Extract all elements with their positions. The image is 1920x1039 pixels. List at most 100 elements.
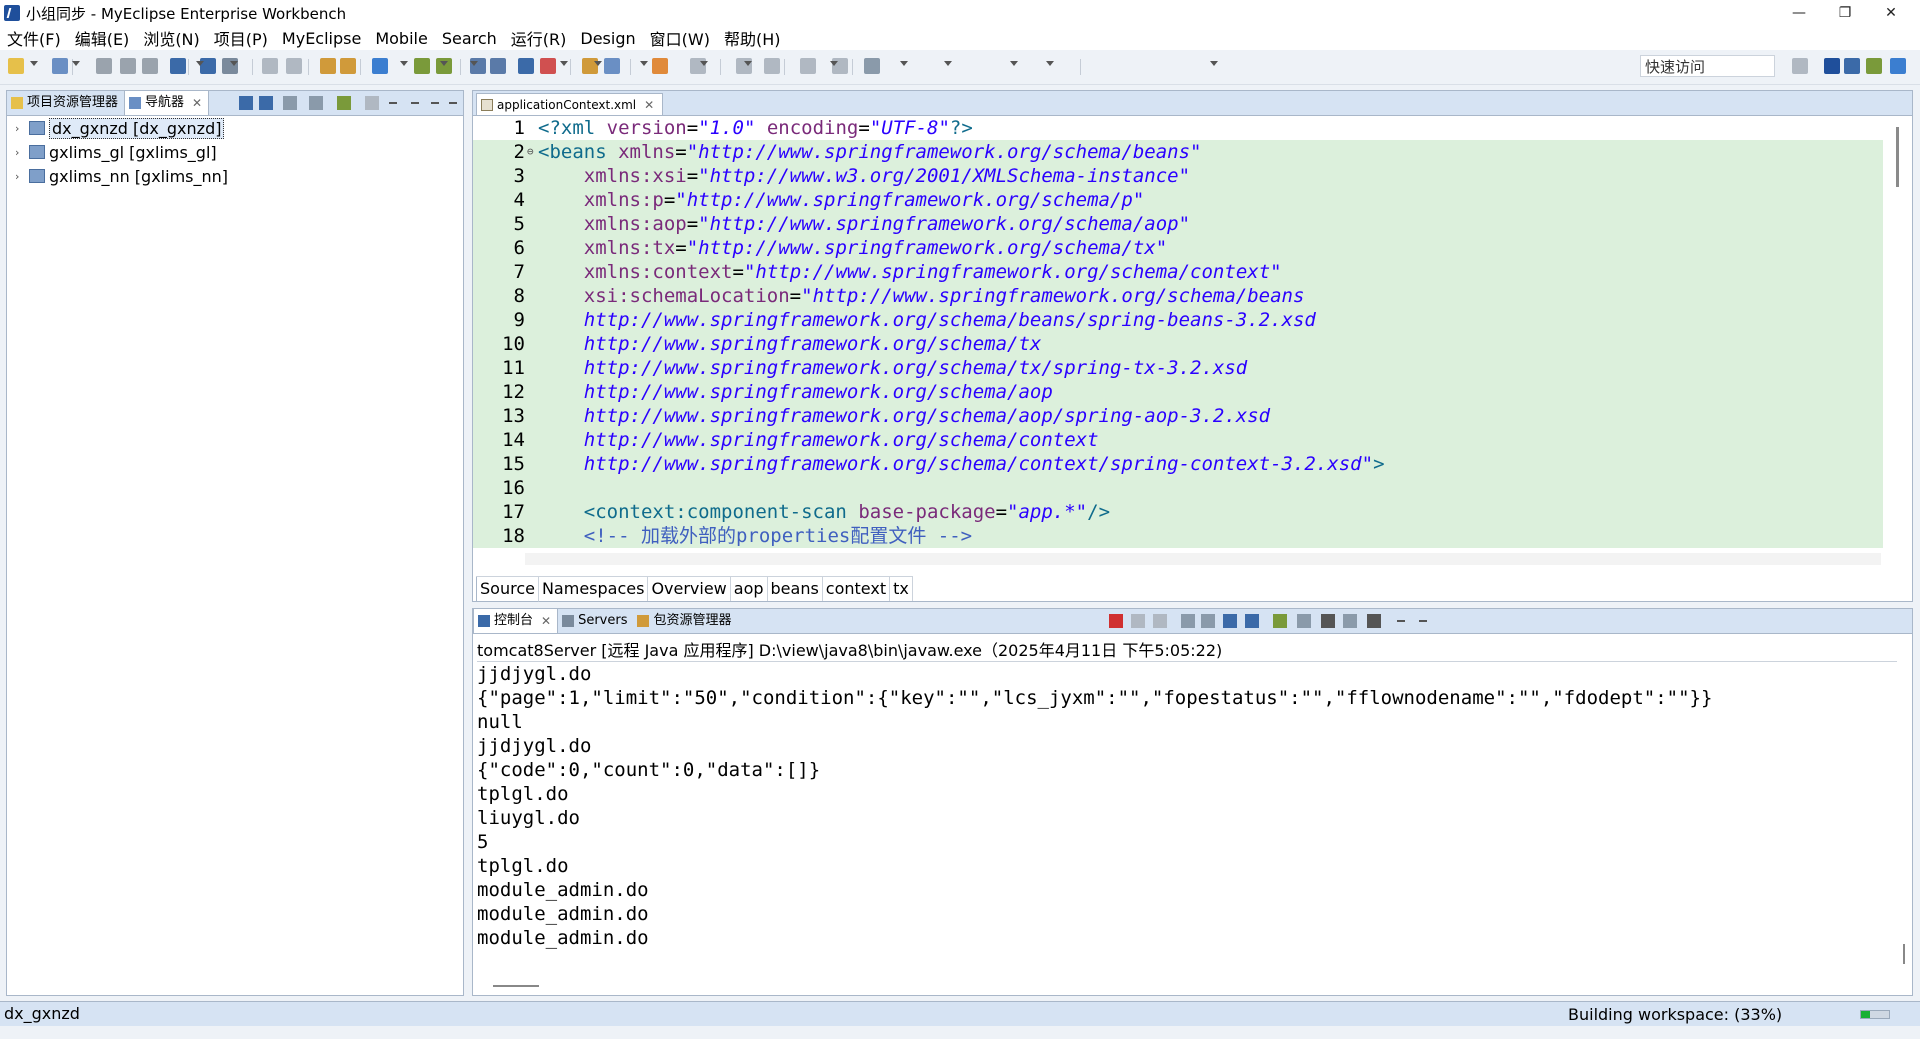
view-toolbar-icon[interactable] <box>449 102 457 104</box>
console-toolbar-icon[interactable] <box>1109 614 1123 628</box>
menu-item[interactable]: 编辑(E) <box>68 26 137 50</box>
dropdown-arrow-icon[interactable] <box>440 61 448 66</box>
dropdown-arrow-icon[interactable] <box>1210 61 1218 66</box>
toolbar-button-icon[interactable] <box>604 58 620 74</box>
toolbar-button-icon[interactable] <box>320 58 336 74</box>
editor-view-tab[interactable]: aop <box>731 577 768 601</box>
close-button[interactable]: ✕ <box>1868 0 1914 26</box>
toolbar-button-icon[interactable] <box>96 58 112 74</box>
maximize-button[interactable]: ❐ <box>1822 0 1868 26</box>
dropdown-arrow-icon[interactable] <box>594 61 602 66</box>
dropdown-arrow-icon[interactable] <box>1010 61 1018 66</box>
console-toolbar-icon[interactable] <box>1343 614 1357 628</box>
dropdown-arrow-icon[interactable] <box>900 61 908 66</box>
close-tab-icon[interactable]: ✕ <box>192 91 202 115</box>
console-toolbar-icon[interactable] <box>1397 620 1405 622</box>
toolbar-button-icon[interactable] <box>8 58 24 74</box>
dropdown-arrow-icon[interactable] <box>470 61 478 66</box>
console-output[interactable]: jjdjygl.do {"page":1,"limit":"50","condit… <box>477 661 1897 982</box>
editor-view-tab[interactable]: Source <box>476 577 539 602</box>
dropdown-arrow-icon[interactable] <box>1046 61 1054 66</box>
toolbar-button-icon[interactable] <box>120 58 136 74</box>
console-horizontal-scrollbar[interactable] <box>493 985 539 987</box>
dropdown-arrow-icon[interactable] <box>72 61 80 66</box>
console-toolbar-icon[interactable] <box>1367 614 1381 628</box>
console-toolbar-icon[interactable] <box>1181 614 1195 628</box>
menu-item[interactable]: Mobile <box>368 29 434 48</box>
view-toolbar-icon[interactable] <box>431 102 439 104</box>
tree-item-project[interactable]: › gxlims_nn [gxlims_nn] <box>15 165 228 187</box>
scrollbar-thumb[interactable] <box>1896 127 1899 187</box>
console-tab[interactable]: 控制台 ✕ <box>473 609 559 633</box>
toolbar-button-icon[interactable] <box>414 58 430 74</box>
console-toolbar-icon[interactable] <box>1245 614 1259 628</box>
menu-item[interactable]: 文件(F) <box>0 26 68 50</box>
toolbar-button-icon[interactable] <box>800 58 816 74</box>
editor-view-tab[interactable]: Namespaces <box>539 577 649 601</box>
console-toolbar-icon[interactable] <box>1201 614 1215 628</box>
minimize-button[interactable]: — <box>1776 0 1822 26</box>
dropdown-arrow-icon[interactable] <box>944 61 952 66</box>
view-toolbar-icon[interactable] <box>411 102 419 104</box>
view-toolbar-icon[interactable] <box>365 96 379 110</box>
editor-tab-applicationcontext[interactable]: applicationContext.xml ✕ <box>476 93 664 115</box>
perspective-switch-icon[interactable] <box>1844 58 1860 74</box>
editor-view-tab[interactable]: tx <box>890 577 913 601</box>
editor-vertical-scrollbar[interactable] <box>1893 117 1903 547</box>
dropdown-arrow-icon[interactable] <box>640 61 648 66</box>
console-tab[interactable]: 包资源管理器 <box>633 609 737 633</box>
menu-item[interactable]: Search <box>435 29 504 48</box>
console-toolbar-icon[interactable] <box>1297 614 1311 628</box>
dropdown-arrow-icon[interactable] <box>744 61 752 66</box>
editor-horizontal-scrollbar[interactable] <box>525 553 1881 565</box>
console-tab[interactable]: Servers <box>558 609 633 633</box>
toolbar-button-icon[interactable] <box>142 58 158 74</box>
toolbar-button-icon[interactable] <box>262 58 278 74</box>
dropdown-arrow-icon[interactable] <box>400 61 408 66</box>
console-toolbar-icon[interactable] <box>1321 614 1335 628</box>
quick-access-input[interactable]: 快速访问 <box>1640 55 1775 77</box>
menu-item[interactable]: 窗口(W) <box>643 26 717 50</box>
console-toolbar-icon[interactable] <box>1223 614 1237 628</box>
console-toolbar-icon[interactable] <box>1273 614 1287 628</box>
toolbar-button-icon[interactable] <box>372 58 388 74</box>
dropdown-arrow-icon[interactable] <box>830 61 838 66</box>
toolbar-button-icon[interactable] <box>518 58 534 74</box>
toolbar-button-icon[interactable] <box>652 58 668 74</box>
perspective-switch-icon[interactable] <box>1866 58 1882 74</box>
view-toolbar-icon[interactable] <box>389 102 397 104</box>
dropdown-arrow-icon[interactable] <box>560 61 568 66</box>
close-tab-icon[interactable]: ✕ <box>541 609 551 633</box>
menu-item[interactable]: MyEclipse <box>275 29 368 48</box>
toolbar-button-icon[interactable] <box>864 58 880 74</box>
dropdown-arrow-icon[interactable] <box>196 61 204 66</box>
expand-arrow-icon[interactable]: › <box>15 122 29 135</box>
perspective-switch-icon[interactable] <box>1824 58 1840 74</box>
tree-item-project[interactable]: › dx_gxnzd [dx_gxnzd] <box>15 117 225 139</box>
view-toolbar-icon[interactable] <box>309 96 323 110</box>
editor-view-tab[interactable]: beans <box>768 577 823 601</box>
view-toolbar-icon[interactable] <box>337 96 351 110</box>
toolbar-button-icon[interactable] <box>540 58 556 74</box>
toolbar-button-icon[interactable] <box>52 58 68 74</box>
menu-item[interactable]: Design <box>573 29 642 48</box>
dropdown-arrow-icon[interactable] <box>700 61 708 66</box>
view-toolbar-icon[interactable] <box>239 96 253 110</box>
menu-item[interactable]: 运行(R) <box>504 26 574 50</box>
view-toolbar-icon[interactable] <box>283 96 297 110</box>
console-toolbar-icon[interactable] <box>1153 614 1167 628</box>
editor-view-tab[interactable]: Overview <box>648 577 731 601</box>
code-editor[interactable]: 1 <?xml version="1.0" encoding="UTF-8"?> 2… <box>473 116 1883 551</box>
dropdown-arrow-icon[interactable] <box>30 61 38 66</box>
tree-item-project[interactable]: › gxlims_gl [gxlims_gl] <box>15 141 217 163</box>
close-tab-icon[interactable]: ✕ <box>644 98 654 112</box>
menu-item[interactable]: 项目(P) <box>207 26 275 50</box>
tab-navigator[interactable]: 导航器 ✕ <box>124 91 210 115</box>
expand-arrow-icon[interactable]: › <box>15 170 29 183</box>
console-toolbar-icon[interactable] <box>1419 620 1427 622</box>
editor-view-tab[interactable]: context <box>823 577 891 601</box>
perspective-switch-icon[interactable] <box>1792 58 1808 74</box>
toolbar-button-icon[interactable] <box>764 58 780 74</box>
toolbar-button-icon[interactable] <box>286 58 302 74</box>
tab-project-explorer[interactable]: 项目资源管理器 <box>7 91 124 115</box>
